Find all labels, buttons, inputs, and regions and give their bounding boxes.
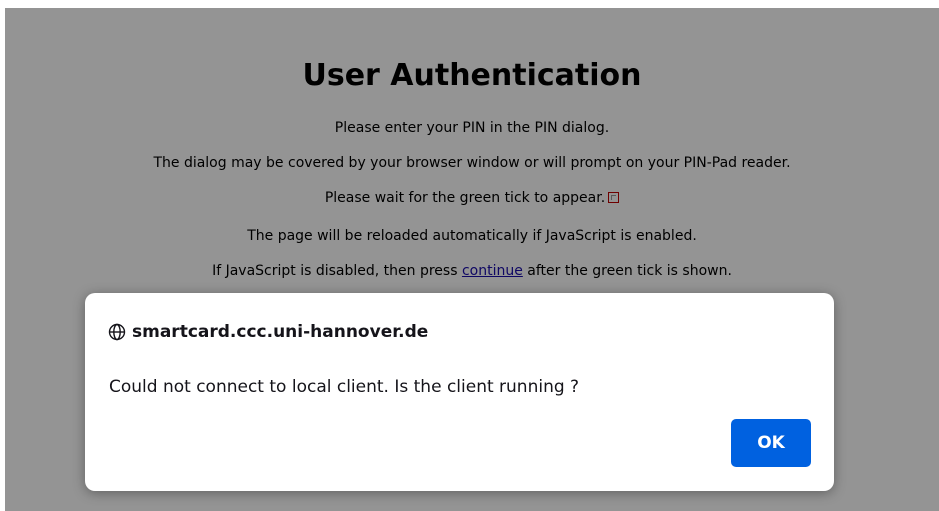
browser-viewport: User Authentication Please enter your PI…: [5, 8, 939, 511]
alert-dialog: smartcard.ccc.uni-hannover.de Could not …: [85, 293, 834, 491]
dialog-message: Could not connect to local client. Is th…: [109, 377, 580, 397]
dialog-host-header: smartcard.ccc.uni-hannover.de: [108, 320, 428, 344]
globe-icon: [108, 323, 126, 341]
ok-button[interactable]: OK: [731, 419, 811, 467]
dialog-host-text: smartcard.ccc.uni-hannover.de: [132, 322, 429, 342]
